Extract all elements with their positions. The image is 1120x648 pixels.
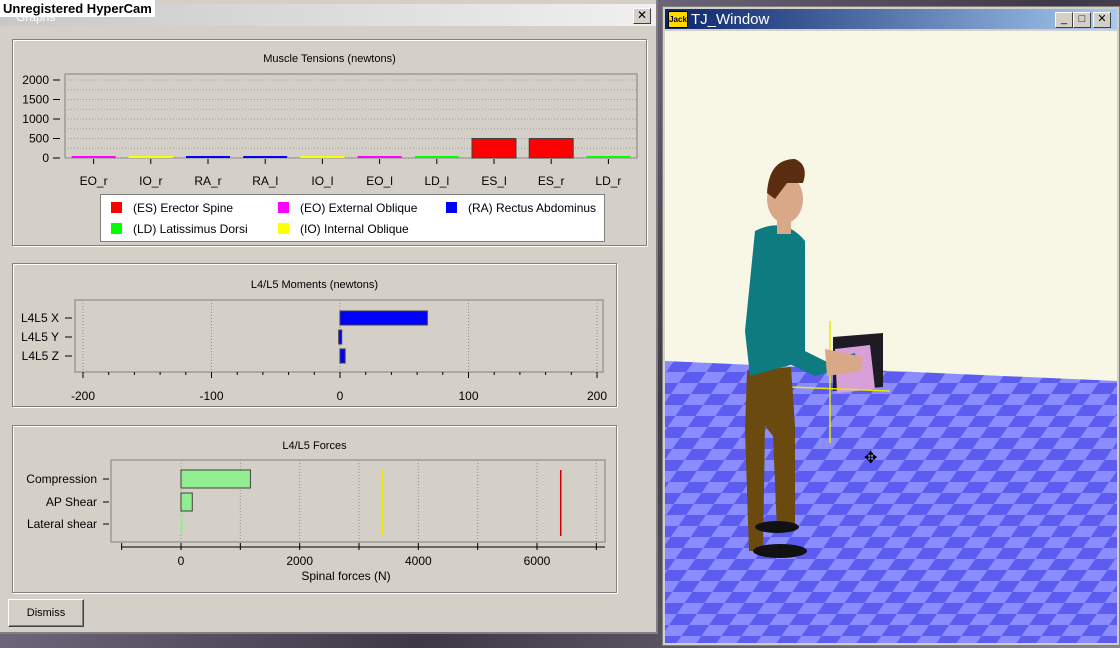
tensions-y-tick-label: 2000 <box>22 73 49 87</box>
forces-bar <box>180 492 193 512</box>
tensions-x-tick-label: IO_l <box>311 174 333 188</box>
hypercam-watermark: Unregistered HyperCam <box>0 0 155 17</box>
tj-window: Jack TJ_Window _ □ ✕ ✥ <box>662 6 1120 646</box>
tensions-x-tick-label: RA_r <box>194 174 221 188</box>
tensions-bar <box>186 156 230 158</box>
tensions-bar <box>528 138 574 159</box>
tensions-x-tick-label: EO_l <box>366 174 393 188</box>
tensions-x-tick-label: LD_l <box>424 174 449 188</box>
tensions-x-tick-label: LD_r <box>595 174 621 188</box>
forces-y-tick-label: Compression <box>26 472 97 486</box>
tensions-y-tick-label: 500 <box>29 132 49 146</box>
forces-x-axis-label: Spinal forces (N) <box>301 569 390 583</box>
legend-swatch-eo <box>278 202 289 213</box>
figure-shoe-right <box>755 521 799 533</box>
tensions-y-tick-label: 1500 <box>22 93 49 107</box>
legend-label-ra: (RA) Rectus Abdominus <box>468 201 597 215</box>
tensions-x-tick-label: EO_r <box>80 174 108 188</box>
forces-x-tick-label: 6000 <box>524 554 551 568</box>
legend-swatch-ld <box>111 223 122 234</box>
legend-swatch-io <box>278 223 289 234</box>
forces-y-tick-label: Lateral shear <box>27 517 97 531</box>
moments-x-tick-label: 0 <box>337 389 344 403</box>
tensions-bar <box>471 138 517 159</box>
tensions-bar <box>300 156 345 158</box>
legend-label-eo: (EO) External Oblique <box>300 201 418 215</box>
moments-y-tick-label: L4L5 Y <box>21 330 59 344</box>
forces-x-tick-label: 2000 <box>286 554 313 568</box>
forces-bar <box>180 514 183 534</box>
legend-label-es: (ES) Erector Spine <box>133 201 234 215</box>
tensions-x-tick-label: IO_r <box>139 174 162 188</box>
tj-titlebar[interactable]: Jack TJ_Window _ □ ✕ <box>665 9 1117 29</box>
forces-x-tick-label: 0 <box>178 554 185 568</box>
legend-label-ld: (LD) Latissimus Dorsi <box>133 222 248 236</box>
minimize-button[interactable]: _ <box>1055 12 1073 28</box>
moments-bar <box>339 348 346 364</box>
tensions-bar <box>357 156 402 158</box>
forces-bar <box>180 469 251 489</box>
tensions-y-tick-label: 0 <box>42 151 49 165</box>
tensions-bar <box>71 156 116 158</box>
tensions-bar <box>128 156 173 158</box>
figure-shoe-left <box>753 544 807 558</box>
tj-window-title: TJ_Window <box>691 11 770 28</box>
forces-y-tick-label: AP Shear <box>46 495 97 509</box>
legend-swatch-ra <box>446 202 457 213</box>
muscle-legend: (ES) Erector Spine (EO) External Oblique… <box>100 194 605 242</box>
moments-panel: L4/L5 Moments (newtons) -200 -100 0 100 200 L… <box>12 263 617 407</box>
moments-y-tick-label: L4L5 Z <box>22 349 59 363</box>
move-cursor-icon: ✥ <box>864 448 877 467</box>
jack-app-icon: Jack <box>668 11 688 28</box>
forces-chart: 0 2000 4000 6000 Compression AP Shear Lateral … <box>26 459 606 583</box>
forces-panel: L4/L5 Forces 0 2000 4000 6000 Compression AP … <box>12 425 617 593</box>
tensions-bar <box>414 156 459 158</box>
tensions-x-tick-label: ES_r <box>538 174 565 188</box>
tj-close-button[interactable]: ✕ <box>1093 12 1111 28</box>
forces-x-tick-label: 4000 <box>405 554 432 568</box>
tensions-x-tick-label: RA_l <box>252 174 278 188</box>
tensions-x-tick-label: ES_l <box>481 174 506 188</box>
moments-y-tick-label: L4L5 X <box>21 311 59 325</box>
moments-chart: -200 -100 0 100 200 L4L5 X L4L5 Y L4L5 Z <box>21 299 607 403</box>
legend-label-io: (IO) Internal Oblique <box>300 222 409 236</box>
moments-x-tick-label: 100 <box>458 389 478 403</box>
maximize-button[interactable]: □ <box>1073 12 1091 28</box>
moments-x-tick-label: 200 <box>587 389 607 403</box>
tensions-y-tick-label: 1000 <box>22 112 49 126</box>
graphs-close-button[interactable]: ✕ <box>633 8 651 24</box>
tensions-bar <box>586 156 631 158</box>
3d-viewport[interactable]: ✥ <box>665 31 1117 643</box>
dismiss-button[interactable]: Dismiss <box>8 599 84 627</box>
moments-bar <box>338 329 343 345</box>
checkered-floor <box>665 361 1117 643</box>
3d-scene: ✥ <box>665 31 1117 643</box>
muscle-tensions-panel: Muscle Tensions (newtons) 0 500 1000 1500 20… <box>12 39 647 246</box>
tensions-bar <box>243 156 288 158</box>
graphs-window: Graphs ✕ Muscle Tensions (newtons) 0 500 1… <box>0 0 658 634</box>
legend-swatch-es <box>111 202 122 213</box>
moments-bar <box>339 310 428 326</box>
moments-x-tick-label: -200 <box>71 389 95 403</box>
moments-x-tick-label: -100 <box>199 389 223 403</box>
